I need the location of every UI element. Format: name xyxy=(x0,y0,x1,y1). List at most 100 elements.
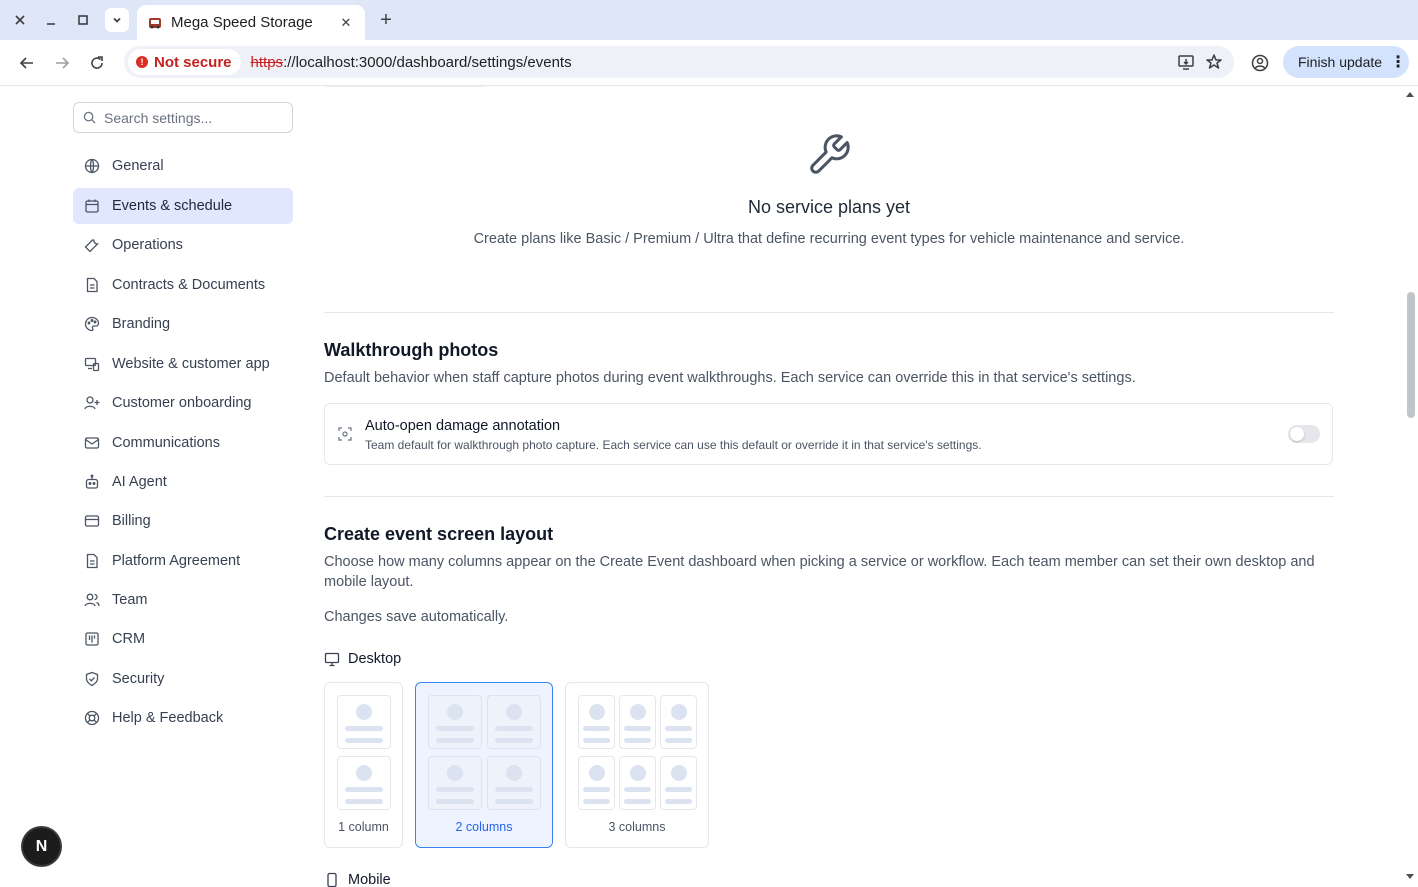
scroll-up-icon[interactable] xyxy=(1406,92,1414,97)
minimize-window-icon[interactable] xyxy=(39,8,63,32)
sidebar-item-crm[interactable]: CRM xyxy=(73,621,293,657)
layout-section-title: Create event screen layout xyxy=(324,524,554,544)
sidebar-item-team[interactable]: Team xyxy=(73,582,293,618)
layout-section-description: Choose how many columns appear on the Cr… xyxy=(324,554,1315,590)
walkthrough-section-description: Default behavior when staff capture phot… xyxy=(324,370,1136,386)
preview-card xyxy=(578,695,615,749)
wrench-icon xyxy=(84,237,100,253)
toggle-knob xyxy=(1290,427,1304,441)
kanban-icon xyxy=(84,631,100,647)
tab-search-chevron-icon[interactable] xyxy=(105,8,129,32)
browser-tab[interactable]: Mega Speed Storage ✕ xyxy=(137,5,365,40)
devices-icon xyxy=(84,356,100,372)
layout-option-3-columns[interactable]: 3 columns xyxy=(565,682,709,848)
nextjs-dev-badge[interactable]: N xyxy=(23,828,60,865)
sidebar-item-help-feedback[interactable]: Help & Feedback xyxy=(73,700,293,736)
preview-card xyxy=(487,695,541,749)
back-icon[interactable] xyxy=(15,51,39,75)
sidebar-item-events-schedule[interactable]: Events & schedule xyxy=(73,188,293,224)
maximize-window-icon[interactable] xyxy=(71,8,95,32)
sidebar-item-website-customer-app[interactable]: Website & customer app xyxy=(73,346,293,382)
sidebar-item-communications[interactable]: Communications xyxy=(73,425,293,461)
phone-icon xyxy=(327,872,337,887)
install-app-icon[interactable] xyxy=(1172,48,1200,76)
shield-icon xyxy=(84,671,100,687)
tab-close-icon[interactable]: ✕ xyxy=(337,15,355,31)
mail-icon xyxy=(84,435,100,451)
layout-option-label: 2 columns xyxy=(455,820,513,834)
sidebar-item-label: CRM xyxy=(112,631,146,647)
sidebar-item-general[interactable]: General xyxy=(73,148,293,184)
sidebar-item-customer-onboarding[interactable]: Customer onboarding xyxy=(73,385,293,421)
reload-icon[interactable] xyxy=(85,51,109,75)
sidebar-item-platform-agreement[interactable]: Platform Agreement xyxy=(73,543,293,579)
preview-card xyxy=(619,695,656,749)
sidebar-item-label: Customer onboarding xyxy=(112,395,252,411)
sidebar-item-security[interactable]: Security xyxy=(73,661,293,697)
setting-description: Team default for walkthrough photo captu… xyxy=(365,438,982,452)
new-tab-icon[interactable]: + xyxy=(374,8,398,32)
sidebar-item-label: Communications xyxy=(112,435,220,451)
setting-title: Auto-open damage annotation xyxy=(365,418,561,434)
sidebar-item-label: Events & schedule xyxy=(112,198,233,214)
scroll-down-icon[interactable] xyxy=(1406,874,1414,879)
url-text[interactable]: https://localhost:3000/dashboard/setting… xyxy=(251,54,1172,71)
more-menu-icon[interactable]: ⋮ xyxy=(1390,52,1406,72)
profile-icon[interactable] xyxy=(1248,51,1272,75)
search-icon xyxy=(83,111,96,124)
preview-card xyxy=(428,756,482,810)
security-label: Not secure xyxy=(154,53,232,71)
sidebar-item-label: General xyxy=(112,158,164,174)
scroll-thumb[interactable] xyxy=(1407,292,1415,418)
sidebar-item-label: Help & Feedback xyxy=(112,710,224,726)
address-bar[interactable]: ! Not secure https://localhost:3000/dash… xyxy=(124,46,1234,78)
desktop-label-text: Desktop xyxy=(348,651,402,667)
preview-card xyxy=(660,756,697,810)
preview-card xyxy=(337,756,391,810)
sidebar-item-label: Security xyxy=(112,671,165,687)
settings-page: Search settings... General Events & sche… xyxy=(0,86,1418,887)
preview-card xyxy=(660,695,697,749)
mobile-label-text: Mobile xyxy=(348,872,391,887)
divider xyxy=(324,86,486,87)
credit-card-icon xyxy=(84,513,100,529)
auto-open-annotation-toggle[interactable] xyxy=(1288,425,1320,443)
warning-icon: ! xyxy=(136,56,148,68)
monitor-icon xyxy=(324,652,340,667)
walkthrough-section-title: Walkthrough photos xyxy=(324,340,499,360)
browser-toolbar: ! Not secure https://localhost:3000/dash… xyxy=(0,40,1418,86)
browser-tabbar: Mega Speed Storage ✕ + xyxy=(0,0,1418,40)
preview-card xyxy=(337,695,391,749)
sidebar-item-branding[interactable]: Branding xyxy=(73,306,293,342)
desktop-label: Desktop xyxy=(324,651,401,667)
calendar-icon xyxy=(84,198,100,214)
page-scrollbar[interactable] xyxy=(1403,86,1418,887)
sidebar-item-label: Operations xyxy=(112,237,183,253)
empty-state-description: Create plans like Basic / Premium / Ultr… xyxy=(473,231,1185,247)
sidebar-item-contracts-documents[interactable]: Contracts & Documents xyxy=(73,267,293,303)
globe-icon xyxy=(84,158,100,174)
search-placeholder: Search settings... xyxy=(104,109,213,126)
bookmark-star-icon[interactable] xyxy=(1200,48,1228,76)
search-settings-input[interactable]: Search settings... xyxy=(73,102,293,133)
close-window-icon[interactable] xyxy=(8,8,32,32)
users-icon xyxy=(84,592,100,608)
layout-option-2-columns[interactable]: 2 columns xyxy=(415,682,553,848)
sidebar-item-label: Website & customer app xyxy=(112,356,270,372)
sidebar-item-ai-agent[interactable]: AI Agent xyxy=(73,464,293,500)
layout-option-1-column[interactable]: 1 column xyxy=(324,682,403,848)
tab-title: Mega Speed Storage xyxy=(171,14,313,31)
forward-icon[interactable] xyxy=(50,51,74,75)
wrench-icon xyxy=(810,134,850,174)
sidebar-item-operations[interactable]: Operations xyxy=(73,227,293,263)
sidebar-item-billing[interactable]: Billing xyxy=(73,503,293,539)
finish-update-button[interactable]: Finish update ⋮ xyxy=(1283,46,1409,78)
auto-open-annotation-setting: Auto-open damage annotation Team default… xyxy=(324,403,1333,465)
bot-icon xyxy=(84,474,100,490)
sidebar-item-label: Branding xyxy=(112,316,171,332)
document-icon xyxy=(84,553,100,569)
sidebar-item-label: Billing xyxy=(112,513,151,529)
document-icon xyxy=(84,277,100,293)
preview-card xyxy=(428,695,482,749)
security-chip[interactable]: ! Not secure xyxy=(128,49,241,75)
